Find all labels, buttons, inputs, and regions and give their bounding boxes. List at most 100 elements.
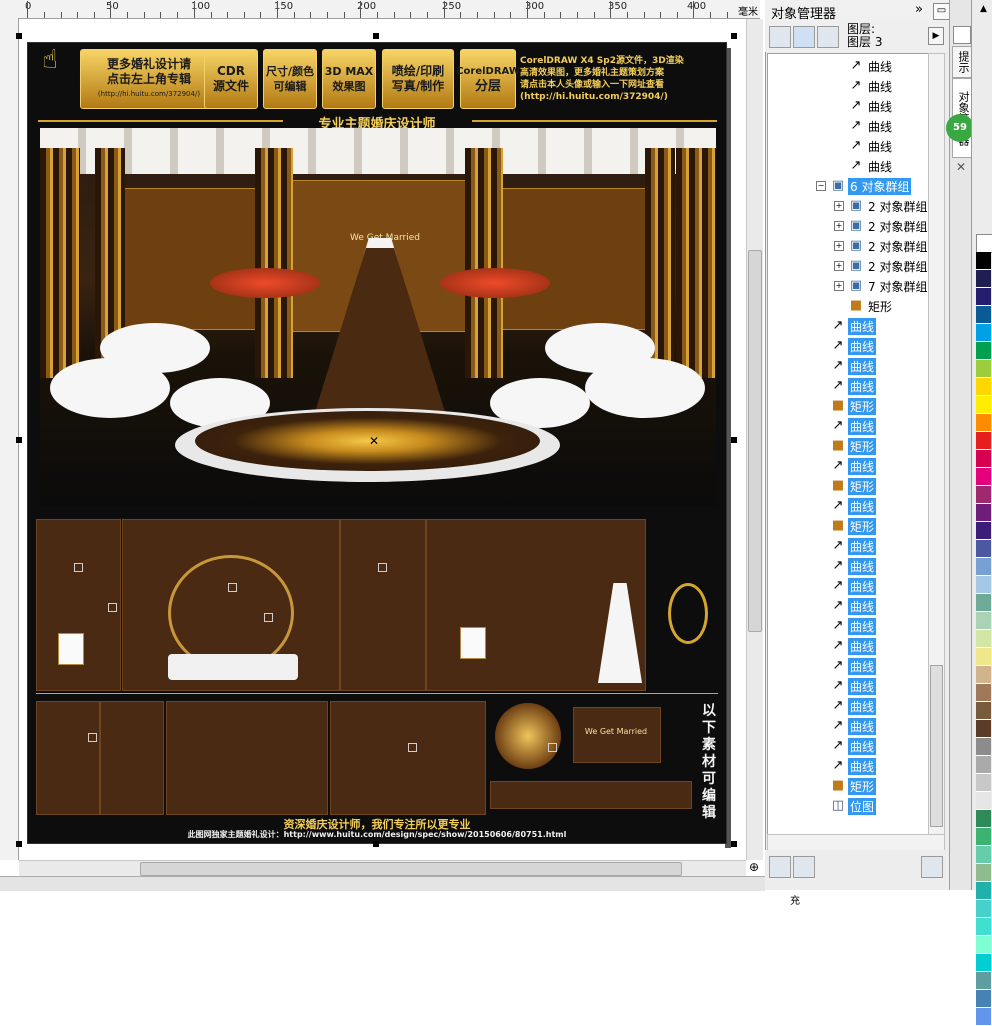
color-swatch[interactable] [976,414,991,432]
color-swatch[interactable] [976,954,991,972]
color-swatch[interactable] [976,990,991,1008]
tree-item[interactable]: ■ 矩形 [768,476,928,496]
material-panel-7[interactable] [166,701,328,815]
notification-badge[interactable]: 59 [946,114,974,142]
tree-item[interactable]: ↗ 曲线 [768,616,928,636]
color-swatch[interactable] [976,648,991,666]
tree-item[interactable]: ↗ 曲线 [768,376,928,396]
tree-item[interactable]: ◫ 位图 [768,796,928,816]
color-swatch[interactable] [976,432,991,450]
tree-item[interactable]: ↗ 曲线 [768,536,928,556]
color-swatch[interactable] [976,612,991,630]
color-swatch[interactable] [976,306,991,324]
handle-top-left[interactable] [16,33,22,39]
tab-hints[interactable]: 提示 [952,46,972,78]
color-swatch[interactable] [976,900,991,918]
tree-item[interactable]: ■ 矩形 [768,436,928,456]
color-swatch[interactable] [976,756,991,774]
tree-item[interactable]: ↗ 曲线 [768,716,928,736]
delete-icon[interactable] [921,856,943,878]
color-swatch[interactable] [976,666,991,684]
tree-item[interactable]: ■ 矩形 [768,776,928,796]
collapse-arrows-icon[interactable]: » [915,2,923,17]
docker-minimize-button[interactable]: ▭ [933,3,950,20]
color-swatch[interactable] [976,522,991,540]
color-swatch[interactable] [976,234,992,253]
layer-manager-view-icon[interactable] [817,26,839,48]
color-swatch[interactable] [976,342,991,360]
tree-item[interactable]: + ▣ 2 对象群组 [768,236,928,256]
tree-item[interactable]: + ▣ 2 对象群组 [768,196,928,216]
tree-item[interactable]: ↗ 曲线 [768,356,928,376]
handle-top-right[interactable] [731,33,737,39]
color-swatch[interactable] [976,720,991,738]
palette-scroll-up-icon[interactable]: ▲ [976,4,991,16]
material-strip[interactable] [490,781,692,809]
color-swatch[interactable] [976,378,991,396]
tree-item[interactable]: ■ 矩形 [768,296,928,316]
material-panel-5[interactable] [36,701,100,815]
tree-item[interactable]: + ▣ 2 对象群组 [768,216,928,236]
tree-item[interactable]: ↗ 曲线 [768,756,928,776]
tree-item[interactable]: ↗ 曲线 [768,336,928,356]
handle-middle-left[interactable] [16,437,22,443]
tree-item[interactable]: + ▣ 7 对象群组 [768,276,928,296]
canvas-vertical-scroll-thumb[interactable] [748,250,762,632]
color-swatch[interactable] [976,288,991,306]
show-object-properties-icon[interactable] [769,26,791,48]
new-master-layer-icon[interactable] [793,856,815,878]
center-x-icon[interactable]: ✕ [369,434,379,448]
color-swatch[interactable] [976,738,991,756]
color-swatch[interactable] [976,792,991,810]
tree-item[interactable]: ↗ 曲线 [768,76,928,96]
handle-bottom-left[interactable] [16,841,22,847]
tree-item[interactable]: ↗ 曲线 [768,696,928,716]
tree-item[interactable]: + ▣ 2 对象群组 [768,256,928,276]
tree-vertical-scroll-thumb[interactable] [930,665,943,827]
color-swatch[interactable] [976,846,991,864]
color-swatch[interactable] [976,828,991,846]
color-swatch[interactable] [976,576,991,594]
tree-item[interactable]: ■ 矩形 [768,396,928,416]
tab-close-icon[interactable]: ✕ [956,160,966,174]
color-swatch[interactable] [976,918,991,936]
canvas-horizontal-scroll-thumb[interactable] [140,862,682,876]
new-layer-icon[interactable] [769,856,791,878]
tree-item[interactable]: ↗ 曲线 [768,736,928,756]
color-swatch[interactable] [976,936,991,954]
expand-icon[interactable]: + [834,241,844,251]
tree-item[interactable]: ↗ 曲线 [768,416,928,436]
expand-icon[interactable]: + [834,261,844,271]
handle-bottom-center[interactable] [373,841,379,847]
tree-item[interactable]: ↗ 曲线 [768,136,928,156]
color-swatch[interactable] [976,864,991,882]
edit-across-layers-icon[interactable] [793,26,815,48]
tree-item[interactable]: ■ 矩形 [768,516,928,536]
color-swatch[interactable] [976,558,991,576]
tree-item[interactable]: − ▣ 6 对象群组 [768,176,928,196]
tree-item[interactable]: ↗ 曲线 [768,676,928,696]
color-swatch[interactable] [976,702,991,720]
color-swatch[interactable] [976,810,991,828]
handle-bottom-right[interactable] [731,841,737,847]
handle-top-center[interactable] [373,33,379,39]
horizontal-ruler[interactable]: 0 50 100 150 200 250 300 350 400 毫米 [0,0,760,19]
color-swatch[interactable] [976,468,991,486]
tree-item[interactable]: ↗ 曲线 [768,636,928,656]
color-swatch[interactable] [976,882,991,900]
tree-item[interactable]: ↗ 曲线 [768,556,928,576]
color-swatch[interactable] [976,774,991,792]
object-tree[interactable]: ↗ 曲线 ↗ 曲线 ↗ 曲线 ↗ 曲线 ↗ 曲线 ↗ 曲线 − ▣ 6 对象群组 + ▣ 2 对象群组 + ▣ 2 对象… [767,53,929,835]
handle-middle-right[interactable] [731,437,737,443]
material-panel-6[interactable] [100,701,164,815]
expand-icon[interactable]: + [834,281,844,291]
tree-item[interactable]: ↗ 曲线 [768,596,928,616]
color-swatch[interactable] [976,252,991,270]
color-swatch[interactable] [976,486,991,504]
options-menu-arrow-icon[interactable]: ▶ [928,27,944,45]
expand-icon[interactable]: + [834,221,844,231]
color-swatch[interactable] [976,684,991,702]
tree-item[interactable]: ↗ 曲线 [768,156,928,176]
color-swatch[interactable] [976,1008,991,1026]
tree-item[interactable]: ↗ 曲线 [768,576,928,596]
